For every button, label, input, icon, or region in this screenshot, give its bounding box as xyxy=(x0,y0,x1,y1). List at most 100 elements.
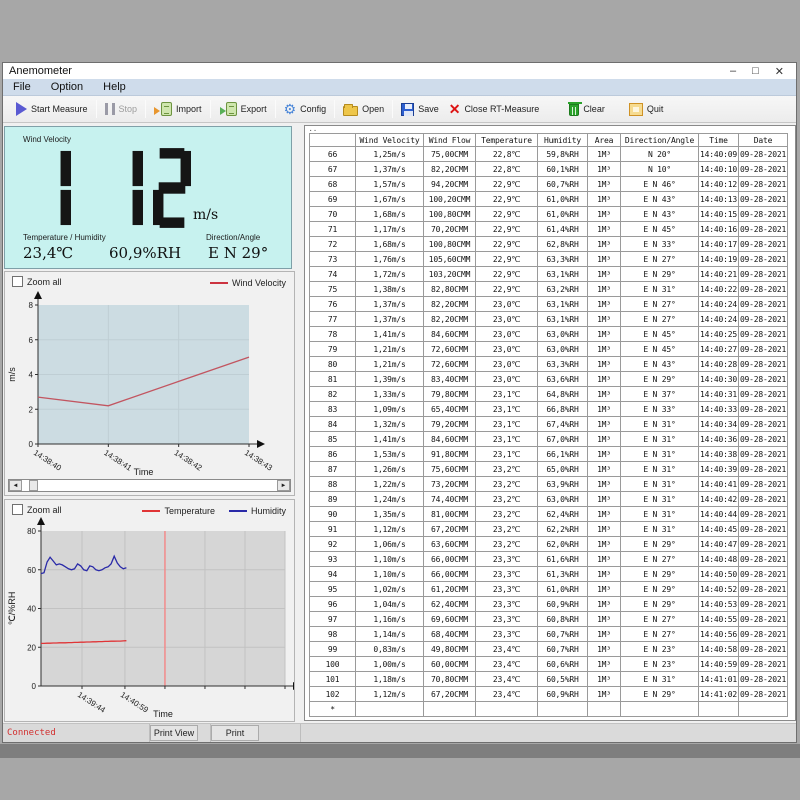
table-cell[interactable]: 73,20CMM xyxy=(424,477,476,492)
table-cell[interactable]: 1M³ xyxy=(588,432,621,447)
table-cell[interactable]: 60,6%RH xyxy=(538,657,588,672)
table-cell[interactable]: 102 xyxy=(310,687,356,702)
scroll-left-arrow-icon[interactable]: ◄ xyxy=(9,480,22,491)
table-cell[interactable]: 1M³ xyxy=(588,162,621,177)
table-cell[interactable] xyxy=(699,702,739,717)
table-new-row[interactable]: * xyxy=(310,702,788,717)
table-row[interactable]: 761,37m/s82,20CMM23,0℃63,1%RH1M³E N 27°1… xyxy=(310,297,788,312)
table-cell[interactable]: 75 xyxy=(310,282,356,297)
checkbox-icon[interactable] xyxy=(12,276,23,287)
table-cell[interactable]: 84,60CMM xyxy=(424,432,476,447)
print-button[interactable]: Print xyxy=(211,725,259,741)
table-cell[interactable]: E N 45° xyxy=(621,327,699,342)
table-cell[interactable]: 22,9℃ xyxy=(476,192,538,207)
table-cell[interactable]: 23,3℃ xyxy=(476,612,538,627)
table-cell[interactable]: 09-28-2021 xyxy=(738,342,787,357)
table-cell[interactable]: 14:41:02 xyxy=(699,687,739,702)
table-cell[interactable]: 1,06m/s xyxy=(356,537,424,552)
table-cell[interactable]: N 20° xyxy=(621,147,699,162)
column-header[interactable]: Area xyxy=(588,134,621,147)
table-cell[interactable]: 09-28-2021 xyxy=(738,402,787,417)
table-cell[interactable]: 1,37m/s xyxy=(356,162,424,177)
table-cell[interactable]: 91,80CMM xyxy=(424,447,476,462)
table-cell[interactable]: 1,02m/s xyxy=(356,582,424,597)
table-row[interactable]: 981,14m/s68,40CMM23,3℃60,7%RH1M³E N 27°1… xyxy=(310,627,788,642)
table-cell[interactable]: 09-28-2021 xyxy=(738,237,787,252)
table-cell[interactable]: 85 xyxy=(310,432,356,447)
table-cell[interactable]: 22,9℃ xyxy=(476,252,538,267)
table-cell[interactable]: 09-28-2021 xyxy=(738,267,787,282)
table-cell[interactable]: 22,8℃ xyxy=(476,162,538,177)
table-cell[interactable]: 80 xyxy=(310,357,356,372)
table-cell[interactable]: 1,10m/s xyxy=(356,552,424,567)
table-cell[interactable]: 14:40:22 xyxy=(699,282,739,297)
table-cell[interactable]: 09-28-2021 xyxy=(738,492,787,507)
table-cell[interactable]: 1M³ xyxy=(588,687,621,702)
table-cell[interactable]: 63,60CMM xyxy=(424,537,476,552)
table-cell[interactable]: 82,20CMM xyxy=(424,162,476,177)
table-cell[interactable]: E N 33° xyxy=(621,237,699,252)
table-cell[interactable]: 63,6%RH xyxy=(538,372,588,387)
table-row[interactable]: 841,32m/s79,20CMM23,1℃67,4%RH1M³E N 31°1… xyxy=(310,417,788,432)
table-cell[interactable] xyxy=(424,702,476,717)
table-cell[interactable]: 1M³ xyxy=(588,237,621,252)
table-cell[interactable]: E N 29° xyxy=(621,372,699,387)
table-cell[interactable]: 79 xyxy=(310,342,356,357)
table-cell[interactable]: 14:40:38 xyxy=(699,447,739,462)
table-cell[interactable]: 1M³ xyxy=(588,672,621,687)
table-row[interactable]: 931,10m/s66,00CMM23,3℃61,6%RH1M³E N 27°1… xyxy=(310,552,788,567)
table-cell[interactable]: 14:40:27 xyxy=(699,342,739,357)
table-cell[interactable]: 1M³ xyxy=(588,372,621,387)
table-cell[interactable]: E N 27° xyxy=(621,552,699,567)
table-cell[interactable]: 14:40:41 xyxy=(699,477,739,492)
table-cell[interactable]: 68,40CMM xyxy=(424,627,476,642)
table-cell[interactable]: 14:40:21 xyxy=(699,267,739,282)
table-row[interactable]: 851,41m/s84,60CMM23,1℃67,0%RH1M³E N 31°1… xyxy=(310,432,788,447)
table-cell[interactable]: 60,9%RH xyxy=(538,597,588,612)
table-cell[interactable]: E N 43° xyxy=(621,207,699,222)
table-cell[interactable]: 1,57m/s xyxy=(356,177,424,192)
table-cell[interactable]: 1M³ xyxy=(588,357,621,372)
table-cell[interactable]: 09-28-2021 xyxy=(738,507,787,522)
table-row[interactable]: 811,39m/s83,40CMM23,0℃63,6%RH1M³E N 29°1… xyxy=(310,372,788,387)
table-cell[interactable]: 63,1%RH xyxy=(538,267,588,282)
table-cell[interactable]: 1,39m/s xyxy=(356,372,424,387)
table-cell[interactable]: E N 37° xyxy=(621,387,699,402)
table-cell[interactable]: 09-28-2021 xyxy=(738,372,787,387)
table-cell[interactable]: 1,18m/s xyxy=(356,672,424,687)
table-cell[interactable]: 1M³ xyxy=(588,402,621,417)
table-cell[interactable]: 1M³ xyxy=(588,627,621,642)
table-cell[interactable]: E N 46° xyxy=(621,177,699,192)
table-cell[interactable]: 1,53m/s xyxy=(356,447,424,462)
start-measure-button[interactable]: Start Measure xyxy=(11,100,93,118)
table-cell[interactable]: E N 29° xyxy=(621,597,699,612)
maximize-icon[interactable]: □ xyxy=(752,65,759,78)
table-cell[interactable]: E N 33° xyxy=(621,402,699,417)
table-cell[interactable]: 83,40CMM xyxy=(424,372,476,387)
table-cell[interactable]: 82,20CMM xyxy=(424,297,476,312)
table-cell[interactable]: 23,3℃ xyxy=(476,597,538,612)
table-cell[interactable]: 23,1℃ xyxy=(476,402,538,417)
table-cell[interactable]: 62,2%RH xyxy=(538,522,588,537)
table-cell[interactable]: E N 29° xyxy=(621,537,699,552)
table-cell[interactable]: 74 xyxy=(310,267,356,282)
table-row[interactable]: 781,41m/s84,60CMM23,0℃63,0%RH1M³E N 45°1… xyxy=(310,327,788,342)
table-row[interactable]: 661,25m/s75,00CMM22,8℃59,8%RH1M³N 20°14:… xyxy=(310,147,788,162)
table-cell[interactable]: 14:40:53 xyxy=(699,597,739,612)
table-cell[interactable]: 63,0%RH xyxy=(538,327,588,342)
table-cell[interactable]: 60,8%RH xyxy=(538,612,588,627)
table-cell[interactable]: 23,0℃ xyxy=(476,357,538,372)
table-cell[interactable]: 72 xyxy=(310,237,356,252)
table-cell[interactable]: 22,9℃ xyxy=(476,207,538,222)
table-cell[interactable]: 1M³ xyxy=(588,177,621,192)
table-cell[interactable]: 1,37m/s xyxy=(356,312,424,327)
import-button[interactable]: Import xyxy=(149,100,207,118)
table-cell[interactable]: 60,1%RH xyxy=(538,162,588,177)
menu-option[interactable]: Option xyxy=(51,81,83,93)
table-cell[interactable]: 23,2℃ xyxy=(476,507,538,522)
table-cell[interactable]: 14:40:48 xyxy=(699,552,739,567)
table-cell[interactable]: 1,09m/s xyxy=(356,402,424,417)
table-cell[interactable]: 09-28-2021 xyxy=(738,597,787,612)
table-row[interactable]: 821,33m/s79,80CMM23,1℃64,8%RH1M³E N 37°1… xyxy=(310,387,788,402)
table-cell[interactable]: 1M³ xyxy=(588,192,621,207)
